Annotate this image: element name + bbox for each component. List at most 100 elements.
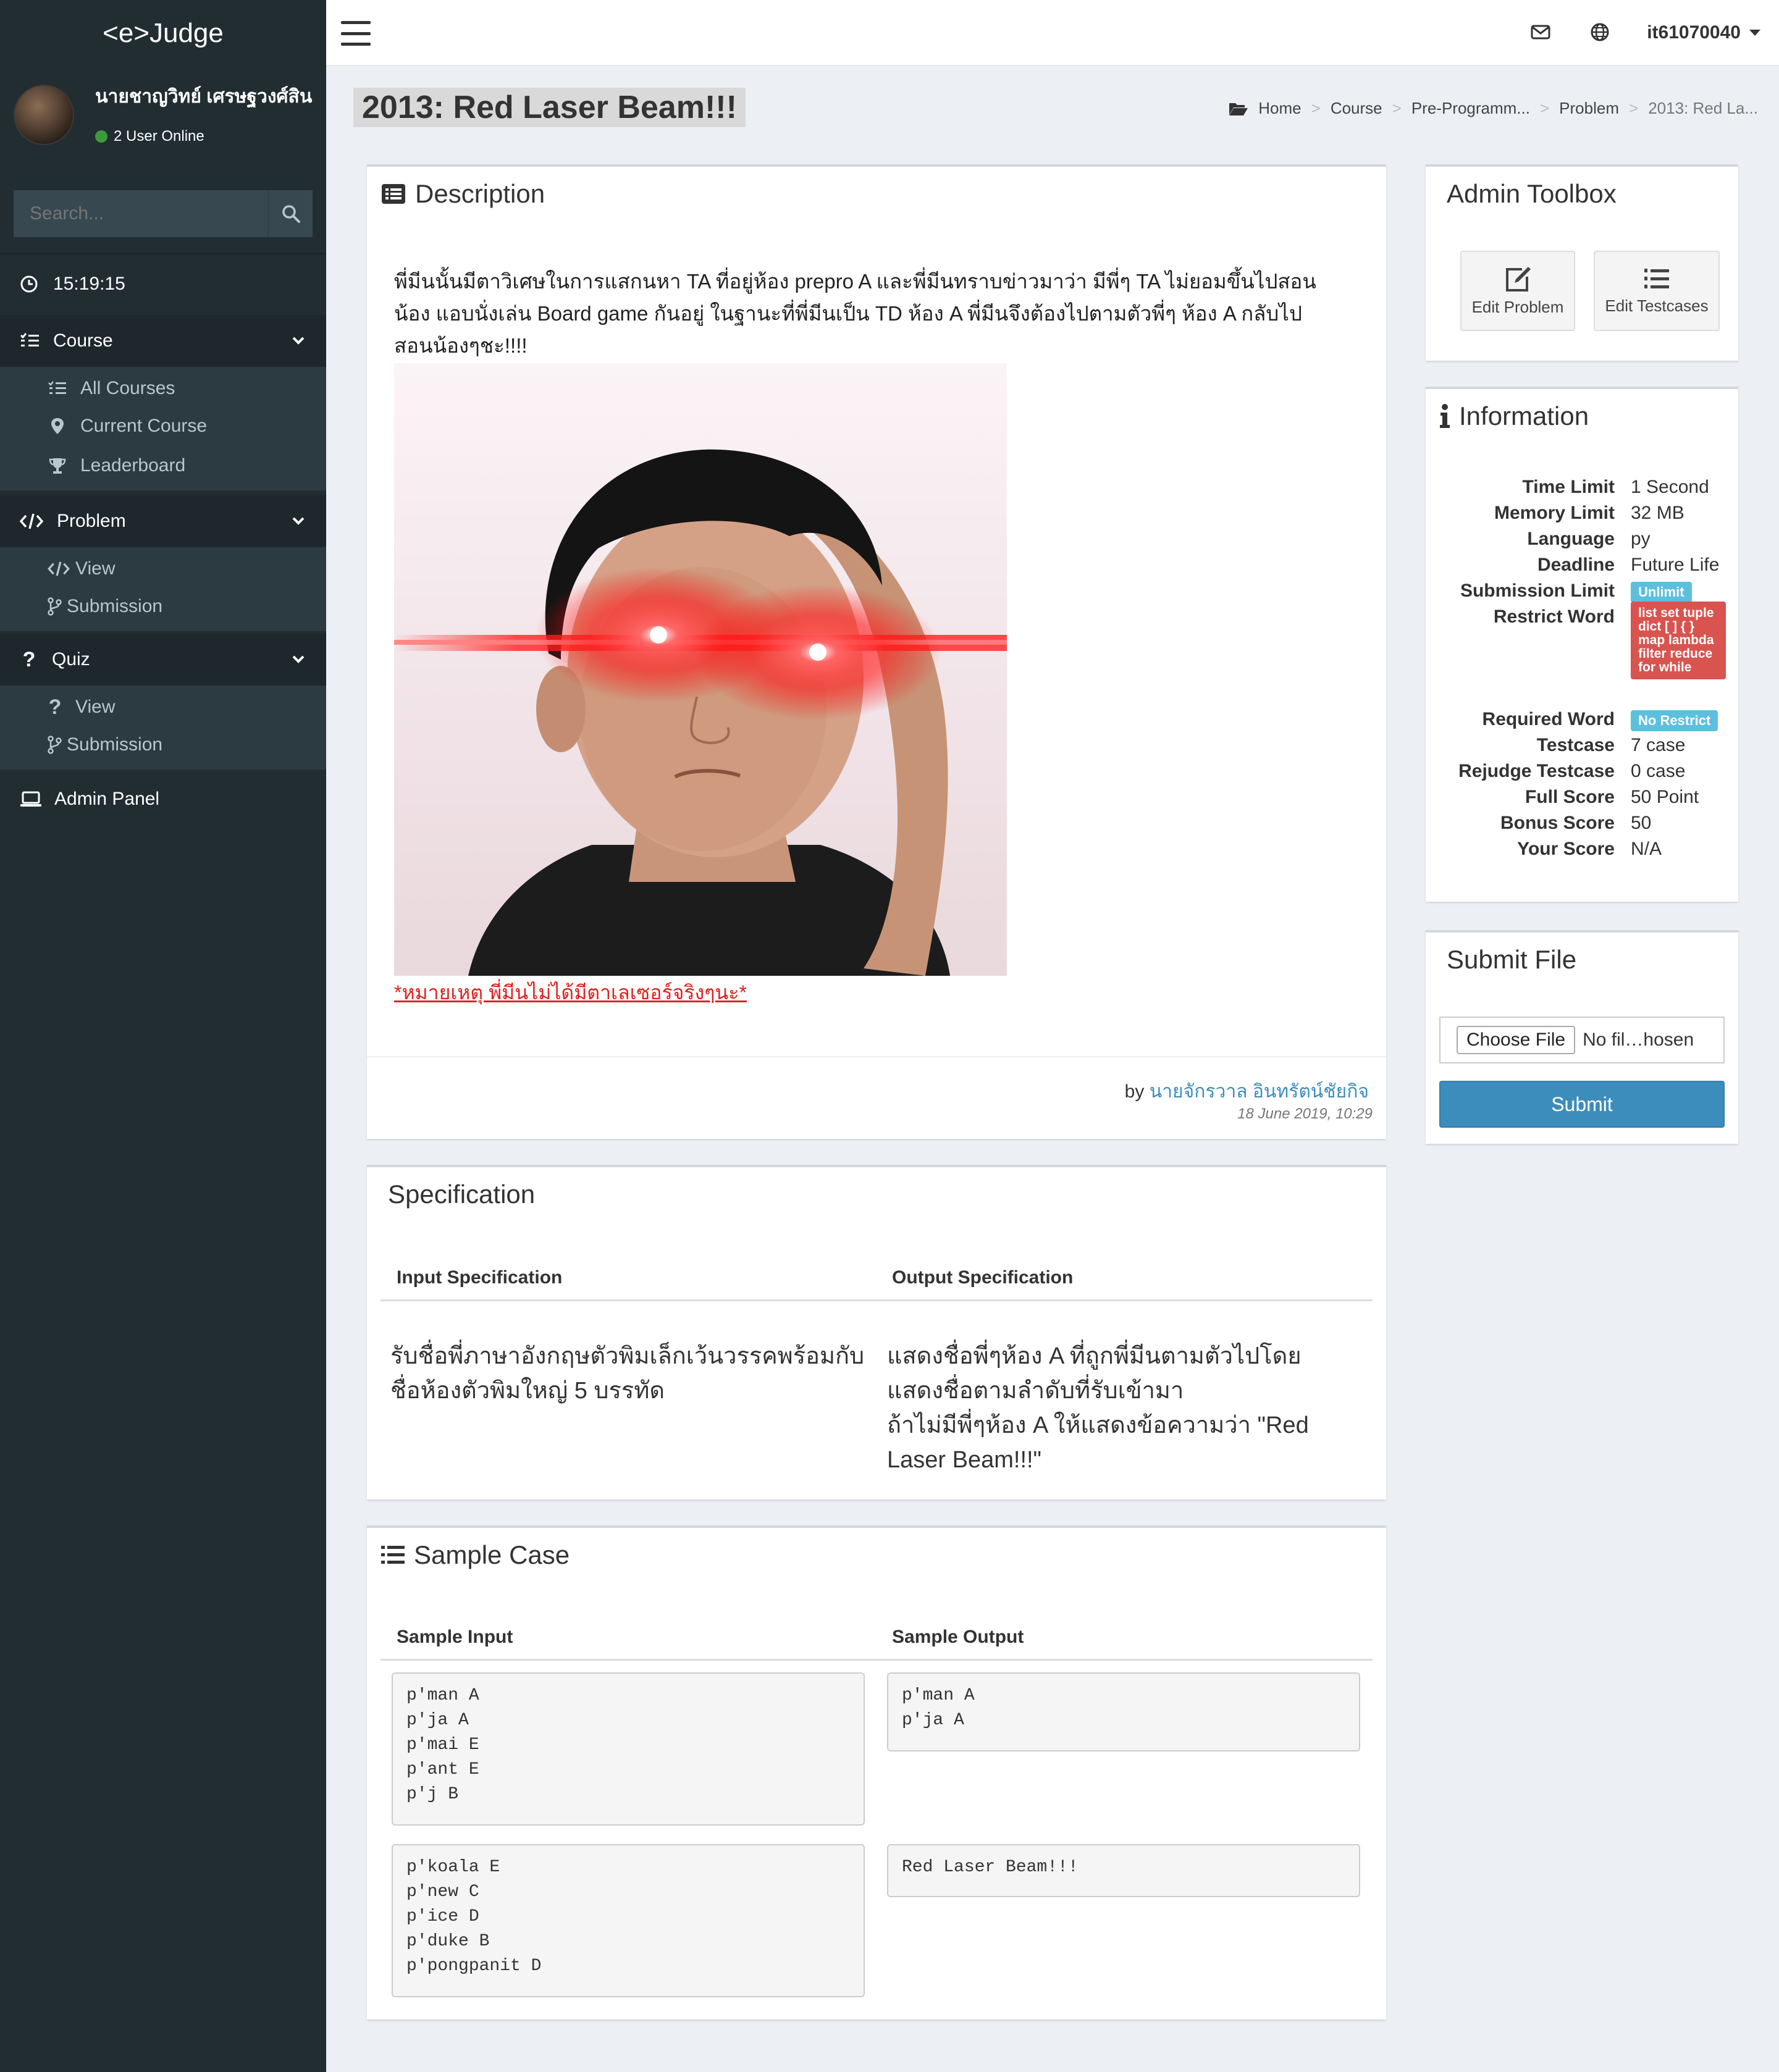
- info-label: Full Score: [1525, 787, 1615, 807]
- info-label: Testcase: [1536, 735, 1615, 755]
- sidebar-search: [14, 190, 313, 237]
- info-label: Required Word: [1482, 709, 1615, 729]
- input-spec-text: รับชื่อพี่ภาษาอังกฤษตัวพิมเล็กเว้นวรรคพร…: [390, 1343, 865, 1404]
- sidebar-item-course[interactable]: Course: [0, 315, 326, 367]
- table-header-divider: [381, 1659, 1373, 1661]
- info-value: 7 case: [1631, 735, 1686, 755]
- output-spec-line: ถ้าไม่มีพี่ๆห้อง A ให้แสดงข้อความว่า "Re…: [887, 1412, 1309, 1473]
- sample-input-1: p'man A p'ja A p'mai E p'ant E p'j B: [392, 1672, 865, 1826]
- file-status: No fil…hosen: [1583, 1030, 1694, 1050]
- sidebar-item-quiz[interactable]: ? Quiz: [0, 634, 326, 686]
- clock: 15:19:15: [0, 256, 326, 312]
- edit-problem-button[interactable]: Edit Problem: [1460, 251, 1575, 331]
- sidebar-problem-label: Problem: [57, 511, 126, 531]
- info-value: 50 Point: [1631, 787, 1699, 807]
- sidebar-item-leaderboard[interactable]: Leaderboard: [0, 446, 326, 490]
- info-language: Language py: [1426, 529, 1738, 555]
- divider: [0, 253, 326, 254]
- list-icon: [381, 1546, 405, 1564]
- submit-button[interactable]: Submit: [1439, 1081, 1725, 1128]
- info-rejudge-testcase: Rejudge Testcase 0 case: [1426, 761, 1738, 787]
- author-link[interactable]: นายจักรวาล อินทรัตน์ชัยกิจ: [1150, 1081, 1369, 1102]
- breadcrumb-pre-programming[interactable]: Pre-Programm...: [1411, 99, 1530, 118]
- post-date: 18 June 2019, 10:29: [1237, 1105, 1373, 1122]
- user-name: นายชาญวิทย์ เศรษฐวงศ์สิน: [95, 86, 313, 107]
- info-value: N/A: [1631, 839, 1662, 859]
- sidebar-item-quiz-submission[interactable]: Submission: [0, 725, 326, 770]
- list-alt-icon: [382, 184, 405, 204]
- sidebar-item-problem-submission[interactable]: Submission: [0, 587, 326, 631]
- info-bonus-score: Bonus Score 50: [1426, 813, 1738, 839]
- required-word-badge: No Restrict: [1631, 710, 1718, 731]
- menu-problem: Problem View Submission: [0, 495, 326, 631]
- breadcrumb-problem[interactable]: Problem: [1559, 99, 1619, 118]
- menu-course: Course All Courses Current Course Leader…: [0, 315, 326, 490]
- sidebar-item-problem-view[interactable]: View: [0, 547, 326, 587]
- info-required-word: Required Word No Restrict: [1426, 709, 1738, 735]
- globe-icon[interactable]: [1589, 21, 1611, 43]
- sample-input-2: p'koala E p'new C p'ice D p'duke B p'pon…: [392, 1844, 865, 1997]
- app-logo[interactable]: <e>Judge: [0, 0, 326, 66]
- information-header: Information: [1439, 401, 1589, 431]
- clock-time: 15:19:15: [53, 274, 125, 294]
- clock-icon: [20, 275, 38, 293]
- sidebar-item-admin-panel[interactable]: Admin Panel: [0, 773, 326, 825]
- info-time-limit: Time Limit 1 Second: [1426, 477, 1738, 503]
- caret-down-icon: [1749, 30, 1760, 36]
- edit-testcases-button[interactable]: Edit Testcases: [1594, 251, 1720, 331]
- envelope-icon[interactable]: [1529, 21, 1552, 43]
- info-icon: [1440, 404, 1450, 428]
- output-spec-line: แสดงชื่อพี่ๆห้อง A ที่ถูกพี่มีนตามตัวไปโ…: [887, 1343, 1302, 1404]
- sidebar-item-label: Leaderboard: [80, 455, 186, 476]
- list-ol-icon: [1644, 268, 1669, 288]
- breadcrumb-home[interactable]: Home: [1258, 99, 1301, 118]
- user-menu[interactable]: it61070040: [1647, 22, 1760, 43]
- sidebar-item-current-course[interactable]: Current Course: [0, 406, 326, 446]
- submit-file-box: Submit File Choose File No fil…hosen Sub…: [1426, 930, 1738, 1144]
- list-icon: [48, 381, 66, 394]
- info-label: Deadline: [1537, 555, 1615, 575]
- author-line: by นายจักรวาล อินทรัตน์ชัยกิจ: [1125, 1077, 1369, 1106]
- sidebar-toggle-button[interactable]: [341, 21, 371, 46]
- description-header: Description: [381, 179, 545, 209]
- breadcrumb-separator: >: [1392, 99, 1402, 117]
- edit-problem-label: Edit Problem: [1471, 297, 1564, 316]
- sample-output-header: Sample Output: [892, 1627, 1024, 1647]
- question-icon: ?: [22, 647, 36, 671]
- sample-output-1: p'man A p'ja A: [887, 1672, 1360, 1751]
- sidebar-item-all-courses[interactable]: All Courses: [0, 367, 326, 406]
- search-input[interactable]: [14, 190, 268, 237]
- description-note: *หมายเหตุ พี่มีนไม่ได้มีตาเลเซอร์จริงๆนะ…: [394, 981, 747, 1004]
- restrict-word-badge: list set tuple dict [ ] { } map lambda f…: [1631, 602, 1726, 679]
- branch-icon: [48, 736, 62, 754]
- sidebar-item-quiz-view[interactable]: ? View: [0, 686, 326, 725]
- description-text: พี่มีนนั้นมีตาวิเศษในการแสกนหา TA ที่อยู…: [394, 270, 1316, 357]
- submission-limit-badge: Unlimit: [1631, 582, 1692, 603]
- divider: [367, 1056, 1386, 1057]
- folder-open-icon: [1229, 103, 1248, 115]
- admin-toolbox-box: Admin Toolbox Edit Problem Edit Testcase…: [1426, 164, 1738, 361]
- output-spec-text: แสดงชื่อพี่ๆห้อง A ที่ถูกพี่มีนตามตัวไปโ…: [887, 1339, 1332, 1477]
- search-button[interactable]: [268, 190, 313, 237]
- chevron-down-icon: [292, 517, 305, 525]
- tasks-icon: [20, 333, 39, 346]
- input-spec-header: Input Specification: [397, 1267, 563, 1288]
- problem-submenu: View Submission: [0, 547, 326, 631]
- info-testcase: Testcase 7 case: [1426, 735, 1738, 761]
- file-input[interactable]: Choose File No fil…hosen: [1439, 1017, 1725, 1063]
- info-deadline: Deadline Future Life: [1426, 555, 1738, 581]
- info-label: Bonus Score: [1500, 813, 1615, 833]
- breadcrumb-course[interactable]: Course: [1331, 99, 1382, 118]
- user-panel: นายชาญวิทย์ เศรษฐวงศ์สิน 2 User Online: [0, 66, 326, 164]
- quiz-submenu: ? View Submission: [0, 686, 326, 770]
- info-memory-limit: Memory Limit 32 MB: [1426, 503, 1738, 529]
- sidebar-item-label: View: [75, 697, 116, 717]
- description-box: Description พี่มีนนั้นมีตาวิเศษในการแสกน…: [367, 164, 1386, 1139]
- information-title: Information: [1459, 401, 1589, 430]
- edit-testcases-label: Edit Testcases: [1605, 296, 1709, 315]
- sidebar-item-problem[interactable]: Problem: [0, 495, 326, 547]
- branch-icon: [48, 597, 62, 616]
- sample-case-box: Sample Case Sample Input Sample Output p…: [367, 1525, 1386, 2020]
- choose-file-button[interactable]: Choose File: [1457, 1026, 1576, 1054]
- avatar: [14, 85, 74, 145]
